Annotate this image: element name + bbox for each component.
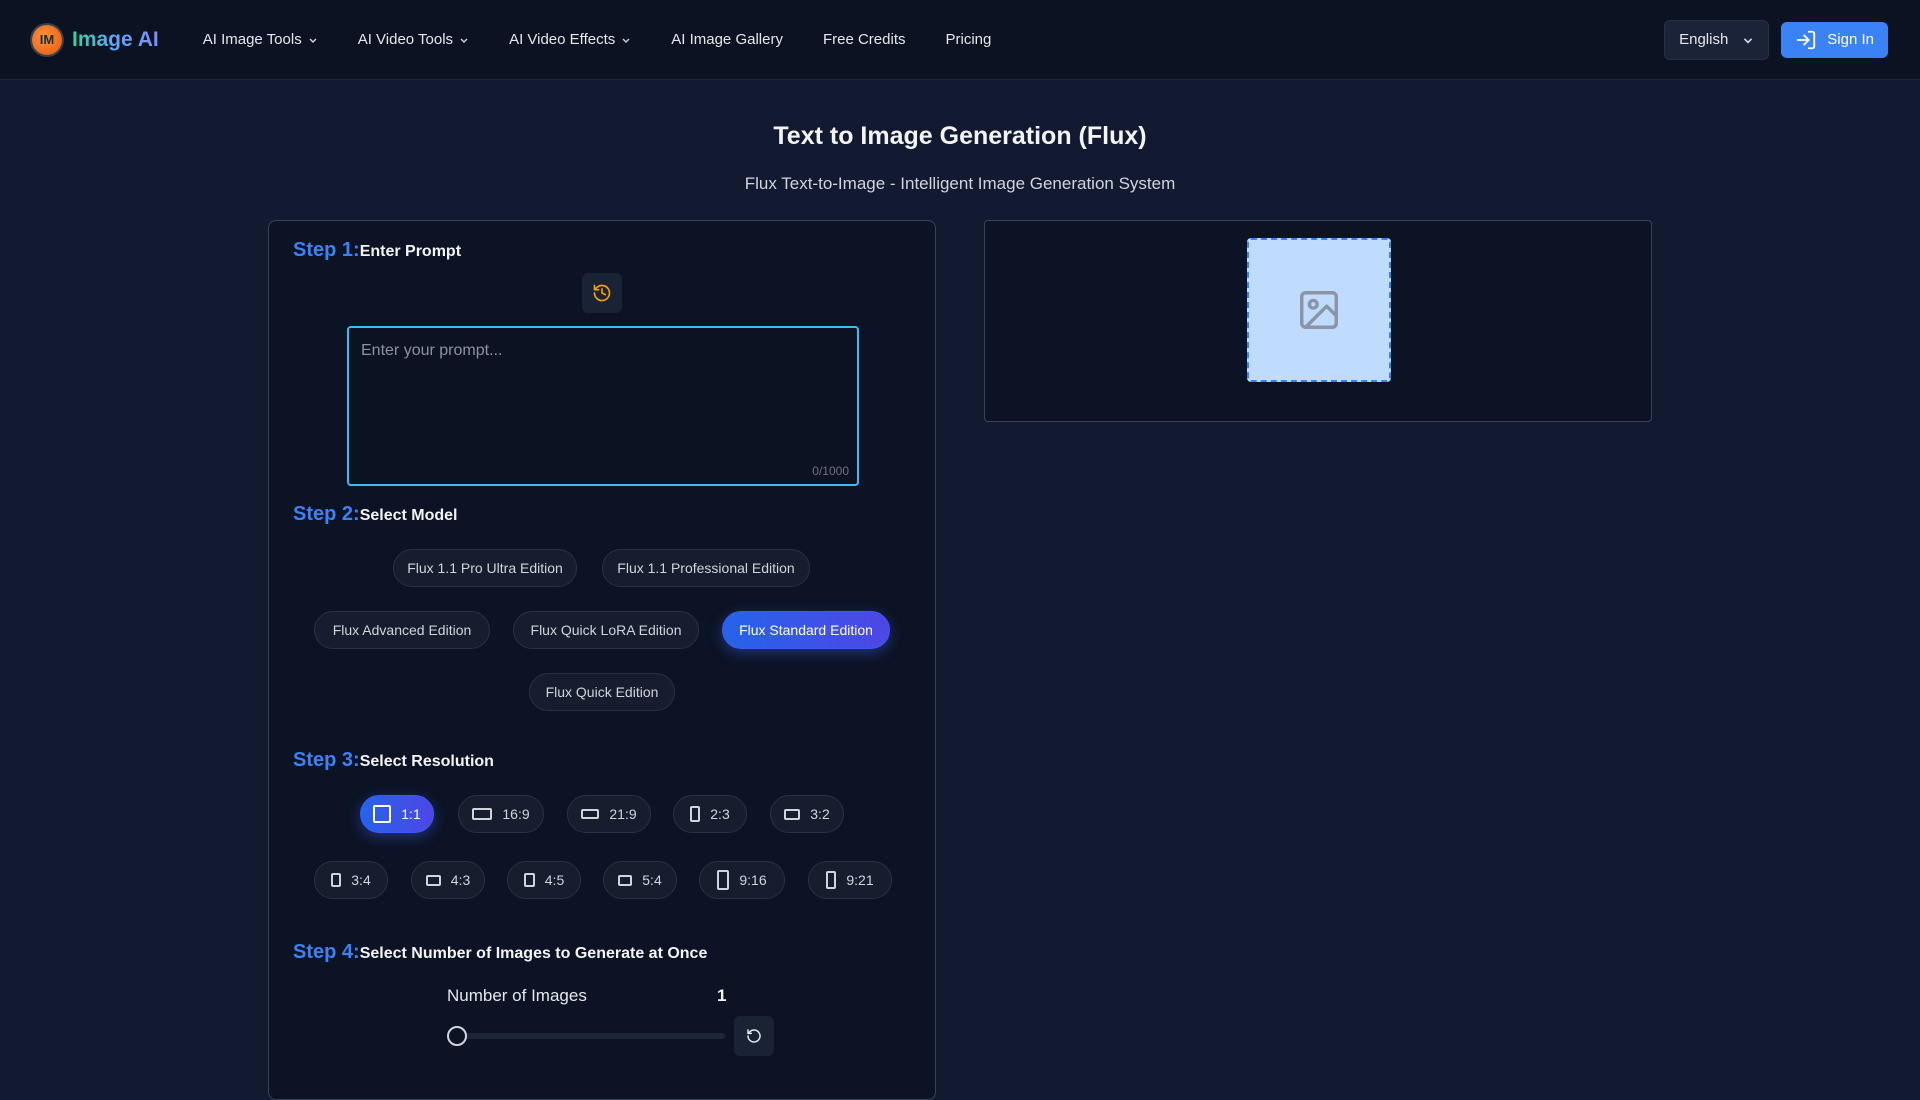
sign-in-label: Sign In [1827,31,1874,48]
resolution-label: 3:4 [351,872,371,888]
language-label: English [1679,31,1729,48]
resolution-label: 4:5 [544,872,565,888]
step-label: Enter Prompt [359,243,462,260]
nav-ai-image-tools[interactable]: AI Image Tools [183,23,338,56]
model-option-flux-quick[interactable]: Flux Quick Edition [529,673,675,711]
char-counter: 0/1000 [812,464,849,478]
step-4-heading: Step 4: Select Number of Images to Gener… [293,941,707,964]
nav-label: AI Image Tools [202,31,302,48]
chevron-down-icon [1744,37,1753,44]
image-count-value: 1 [717,986,727,1005]
step-label: Select Model [359,507,458,524]
aspect-landscape-icon [581,809,600,819]
resolution-label: 9:16 [739,872,767,888]
resolution-label: 2:3 [710,806,730,822]
page-title: Text to Image Generation (Flux) [773,122,1147,150]
image-count-label: Number of Images [447,986,587,1005]
nav-label: AI Video Tools [357,31,454,48]
resolution-option-16-9[interactable]: 16:9 [458,795,544,833]
step-3-heading: Step 3: Select Resolution [293,749,494,772]
model-option-flux-1-1-professional[interactable]: Flux 1.1 Professional Edition [602,549,810,587]
aspect-portrait-icon [690,806,701,822]
header-actions: English Sign In [1664,19,1888,60]
resolution-option-9-16[interactable]: 9:16 [699,861,785,899]
resolution-label: 9:21 [846,872,874,888]
nav-ai-image-gallery[interactable]: AI Image Gallery [651,23,803,56]
brand-logo-link[interactable]: IM Image AI [32,24,159,55]
resolution-option-3-2[interactable]: 3:2 [770,795,844,833]
model-option-flux-quick-lora[interactable]: Flux Quick LoRA Edition [513,611,699,649]
page-subtitle: Flux Text-to-Image - Intelligent Image G… [744,174,1176,193]
resolution-label: 1:1 [401,806,421,822]
nav-label: AI Video Effects [509,31,616,48]
prompt-history-button[interactable] [582,273,622,313]
aspect-landscape-icon [784,808,801,820]
chevron-down-icon [460,38,468,43]
history-icon [593,284,611,302]
step-label: Select Number of Images to Generate at O… [359,945,708,962]
aspect-portrait-icon [826,871,837,889]
aspect-landscape-icon [425,874,441,886]
nav-pricing[interactable]: Pricing [926,23,1012,56]
aspect-landscape-icon [618,874,633,886]
resolution-label: 16:9 [502,806,530,822]
step-number: Step 4: [293,941,360,963]
resolution-option-4-3[interactable]: 4:3 [411,861,485,899]
step-number: Step 3: [293,749,360,771]
resolution-option-21-9[interactable]: 21:9 [567,795,651,833]
aspect-landscape-icon [472,808,493,820]
aspect-square-icon [373,805,392,823]
resolution-option-5-4[interactable]: 5:4 [603,861,677,899]
image-icon [1300,291,1338,329]
prompt-box: 0/1000 [347,326,859,486]
nav-label: AI Image Gallery [671,31,783,48]
nav-ai-video-effects[interactable]: AI Video Effects [489,23,651,56]
image-preview-placeholder [1247,238,1391,382]
step-number: Step 2: [293,503,360,525]
generator-form-panel: Step 1: Enter Prompt 0/1000 Step 2: Sele… [268,220,936,1100]
step-1-heading: Step 1: Enter Prompt [293,239,461,262]
language-select[interactable]: English [1664,19,1770,60]
nav-label: Free Credits [822,31,906,48]
sign-in-icon [1797,30,1816,49]
resolution-label: 4:3 [450,872,471,888]
resolution-label: 5:4 [642,872,662,888]
reset-count-button[interactable] [734,1016,774,1056]
resolution-option-1-1[interactable]: 1:1 [360,795,434,833]
resolution-option-4-5[interactable]: 4:5 [507,861,581,899]
image-count-slider-track[interactable] [447,1033,725,1039]
step-2-heading: Step 2: Select Model [293,503,458,526]
resolution-option-3-4[interactable]: 3:4 [314,861,388,899]
model-option-flux-1-1-pro-ultra[interactable]: Flux 1.1 Pro Ultra Edition [393,549,577,587]
nav-free-credits[interactable]: Free Credits [803,23,926,56]
image-count-slider-thumb[interactable] [447,1026,467,1046]
logo-icon: IM [32,24,62,55]
aspect-portrait-icon [523,873,535,887]
resolution-label: 21:9 [609,806,637,822]
chevron-down-icon [309,38,317,43]
prompt-input[interactable] [349,328,857,484]
nav-label: Pricing [945,31,992,48]
main-nav: AI Image Tools AI Video Tools AI Video E… [183,23,1012,56]
top-header: IM Image AI AI Image Tools AI Video Tool… [0,0,1920,80]
chevron-down-icon [622,38,630,43]
aspect-portrait-icon [717,870,730,890]
step-number: Step 1: [293,239,360,261]
resolution-option-9-21[interactable]: 9:21 [808,861,892,899]
resolution-label: 3:2 [810,806,830,822]
nav-ai-video-tools[interactable]: AI Video Tools [338,23,489,56]
aspect-portrait-icon [331,873,342,887]
model-option-flux-standard[interactable]: Flux Standard Edition [722,611,890,649]
sign-in-button[interactable]: Sign In [1781,21,1888,58]
brand-name: Image AI [72,27,159,51]
resolution-option-2-3[interactable]: 2:3 [673,795,747,833]
model-option-flux-advanced[interactable]: Flux Advanced Edition [314,611,490,649]
preview-panel [984,220,1652,422]
reset-icon [747,1029,761,1043]
step-label: Select Resolution [359,753,494,770]
